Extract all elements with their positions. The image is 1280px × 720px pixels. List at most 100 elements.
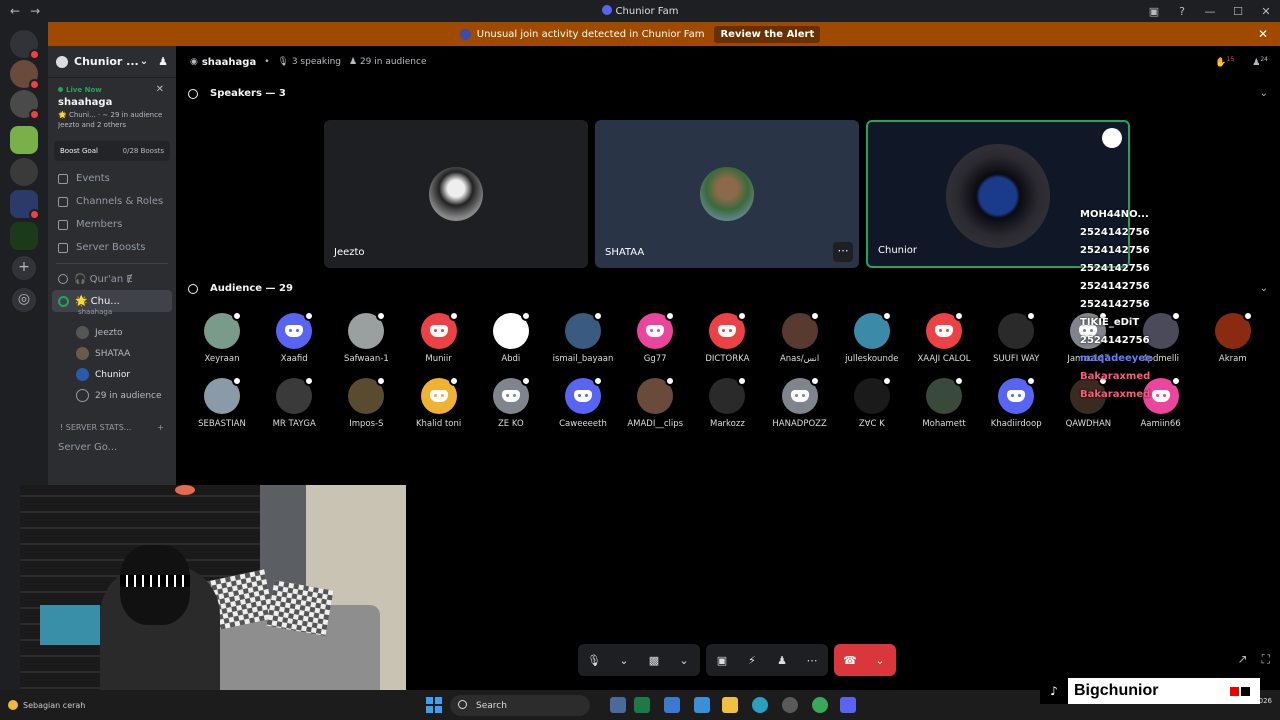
people-icon[interactable]: ♟24 [1252,56,1268,68]
voice-channel-quran[interactable]: 🎧 Qur'an Ɇ [48,268,176,290]
audience-member[interactable]: Gg77 [620,311,690,364]
audience-member[interactable]: Muniir [404,311,474,364]
excel-icon[interactable] [634,697,650,713]
audience-member[interactable]: Caweeeeth [548,376,618,429]
member-jeezto[interactable]: Jeezto [48,322,176,343]
category-server-stats[interactable]: ! SERVER STATS... + [48,418,176,436]
server-header[interactable]: Chunior ... ⌄ ♟ [48,46,176,78]
sidebar-item-server-boosts[interactable]: Server Boosts [48,236,176,259]
sidebar-item-members[interactable]: Members [48,213,176,236]
invite-icon[interactable]: ♟ [158,55,168,68]
file-explorer-icon[interactable] [722,697,738,713]
audience-member[interactable]: Z∀C K [837,376,907,429]
audience-member[interactable]: Xeyraan [187,311,257,364]
server-icon-chunior-fam[interactable] [10,190,40,220]
forward-arrow-icon[interactable]: → [30,4,40,18]
channel-server-goal[interactable]: Server Go... [48,436,176,458]
audience-name: Caweeeeth [559,419,607,429]
sidebar-item-events[interactable]: Events [48,167,176,190]
audience-member[interactable]: Safwaan-1 [331,311,401,364]
audience-member[interactable]: MR TAYGA [259,376,329,429]
add-channel-icon[interactable]: + [157,423,164,432]
review-alert-button[interactable]: Review the Alert [714,25,821,43]
close-icon[interactable]: ✕ [156,84,164,95]
discord-logo-icon [429,390,448,402]
leave-call-icon[interactable]: ☎ [842,652,858,668]
windows-start-icon[interactable] [426,697,442,713]
audience-member[interactable]: Khalid toni [404,376,474,429]
server-icon[interactable] [10,158,38,186]
screen-share-icon[interactable]: ▣ [714,652,730,668]
chevron-down-icon[interactable]: ⌄ [1260,283,1268,294]
server-icon[interactable] [10,90,40,120]
flag-icon [1230,686,1250,696]
more-options-icon[interactable]: ⋯ [833,242,853,262]
speaker-tile-jeezto[interactable]: Jeezto [324,120,588,268]
back-arrow-icon[interactable]: ← [10,4,20,18]
app-icon[interactable] [664,697,680,713]
audience-member[interactable]: AMADI__clips [620,376,690,429]
store-icon[interactable] [694,697,710,713]
list-icon [58,196,68,207]
audience-member[interactable]: julleskounde [837,311,907,364]
direct-messages-icon[interactable] [10,30,40,60]
chevron-down-icon[interactable]: ⌄ [676,652,692,668]
chevron-down-icon[interactable]: ⌄ [616,652,632,668]
audience-member[interactable]: Abdi [476,311,546,364]
audience-member[interactable]: XAAJI CALOL [909,311,979,364]
audience-member[interactable]: Khadiirdoop [981,376,1051,429]
close-window-button[interactable]: ✕ [1252,0,1280,22]
raised-hands-icon[interactable]: ✋15 [1215,56,1234,68]
task-view-icon[interactable] [610,697,626,713]
audience-member[interactable]: SEBASTIAN [187,376,257,429]
activity-icon[interactable]: ⚡ [744,652,760,668]
audience-count[interactable]: 29 in audience [48,385,176,406]
pop-out-icon[interactable]: ↗ [1238,652,1248,667]
audience-member[interactable]: HANADPOZZ [765,376,835,429]
audience-member[interactable]: ismail_bayaan [548,311,618,364]
people-count: 24 [1260,56,1268,63]
chevron-down-icon[interactable]: ⌄ [1260,88,1268,99]
fullscreen-icon[interactable]: ⛶ [1262,652,1270,667]
audience-member[interactable]: Impos-S [331,376,401,429]
camera-off-icon[interactable]: ▩ [646,652,662,668]
speaker-tile-shataa[interactable]: SHATAA ⋯ [595,120,859,268]
live-stage-card[interactable]: Live Now ✕ shaahaga 🌟 Chuni... · ∼ 29 in… [54,82,170,133]
server-icon[interactable] [10,222,38,250]
audience-member[interactable]: Markozz [692,376,762,429]
discord-icon[interactable] [840,697,856,713]
audience-member[interactable]: Mohamett [909,376,979,429]
minimize-button[interactable]: — [1196,0,1224,22]
member-chunior[interactable]: Chunior [48,364,176,385]
weather-widget[interactable]: Sebagian cerah [8,700,85,710]
muted-icon [665,376,676,386]
server-icon[interactable] [10,126,38,154]
invite-speaker-icon[interactable]: ♟ [774,652,790,668]
member-shataa[interactable]: SHATAA [48,343,176,364]
chevron-down-icon[interactable]: ⌄ [140,56,148,67]
audience-member[interactable]: ZE KO [476,376,546,429]
discord-logo-icon [718,325,737,337]
maximize-button[interactable]: ☐ [1224,0,1252,22]
boost-goal[interactable]: Boost Goal 0/28 Boosts [54,141,170,161]
audience-member[interactable]: Xaafid [259,311,329,364]
close-icon[interactable]: ✕ [1258,27,1268,41]
chevron-down-icon[interactable]: ⌄ [872,652,888,668]
discover-icon[interactable]: ◎ [12,288,36,312]
edge-icon[interactable] [752,697,768,713]
audience-member[interactable]: Anas/انس [765,311,835,364]
inbox-icon[interactable]: ▣ [1140,0,1168,22]
audience-member[interactable]: Akram [1198,311,1268,364]
taskbar-search[interactable]: Search [450,695,590,716]
server-icon[interactable] [10,60,40,90]
help-icon[interactable]: ? [1168,0,1196,22]
more-icon[interactable]: ⋯ [804,652,820,668]
microphone-icon[interactable]: 🎙 [586,652,602,668]
app-icon[interactable] [782,697,798,713]
avatar [76,326,89,339]
audience-member[interactable]: DICTORKA [692,311,762,364]
audience-member[interactable]: SUUFI WAY [981,311,1051,364]
chrome-icon[interactable] [812,697,828,713]
add-server-icon[interactable]: + [12,256,36,280]
sidebar-item-channels-roles[interactable]: Channels & Roles [48,190,176,213]
